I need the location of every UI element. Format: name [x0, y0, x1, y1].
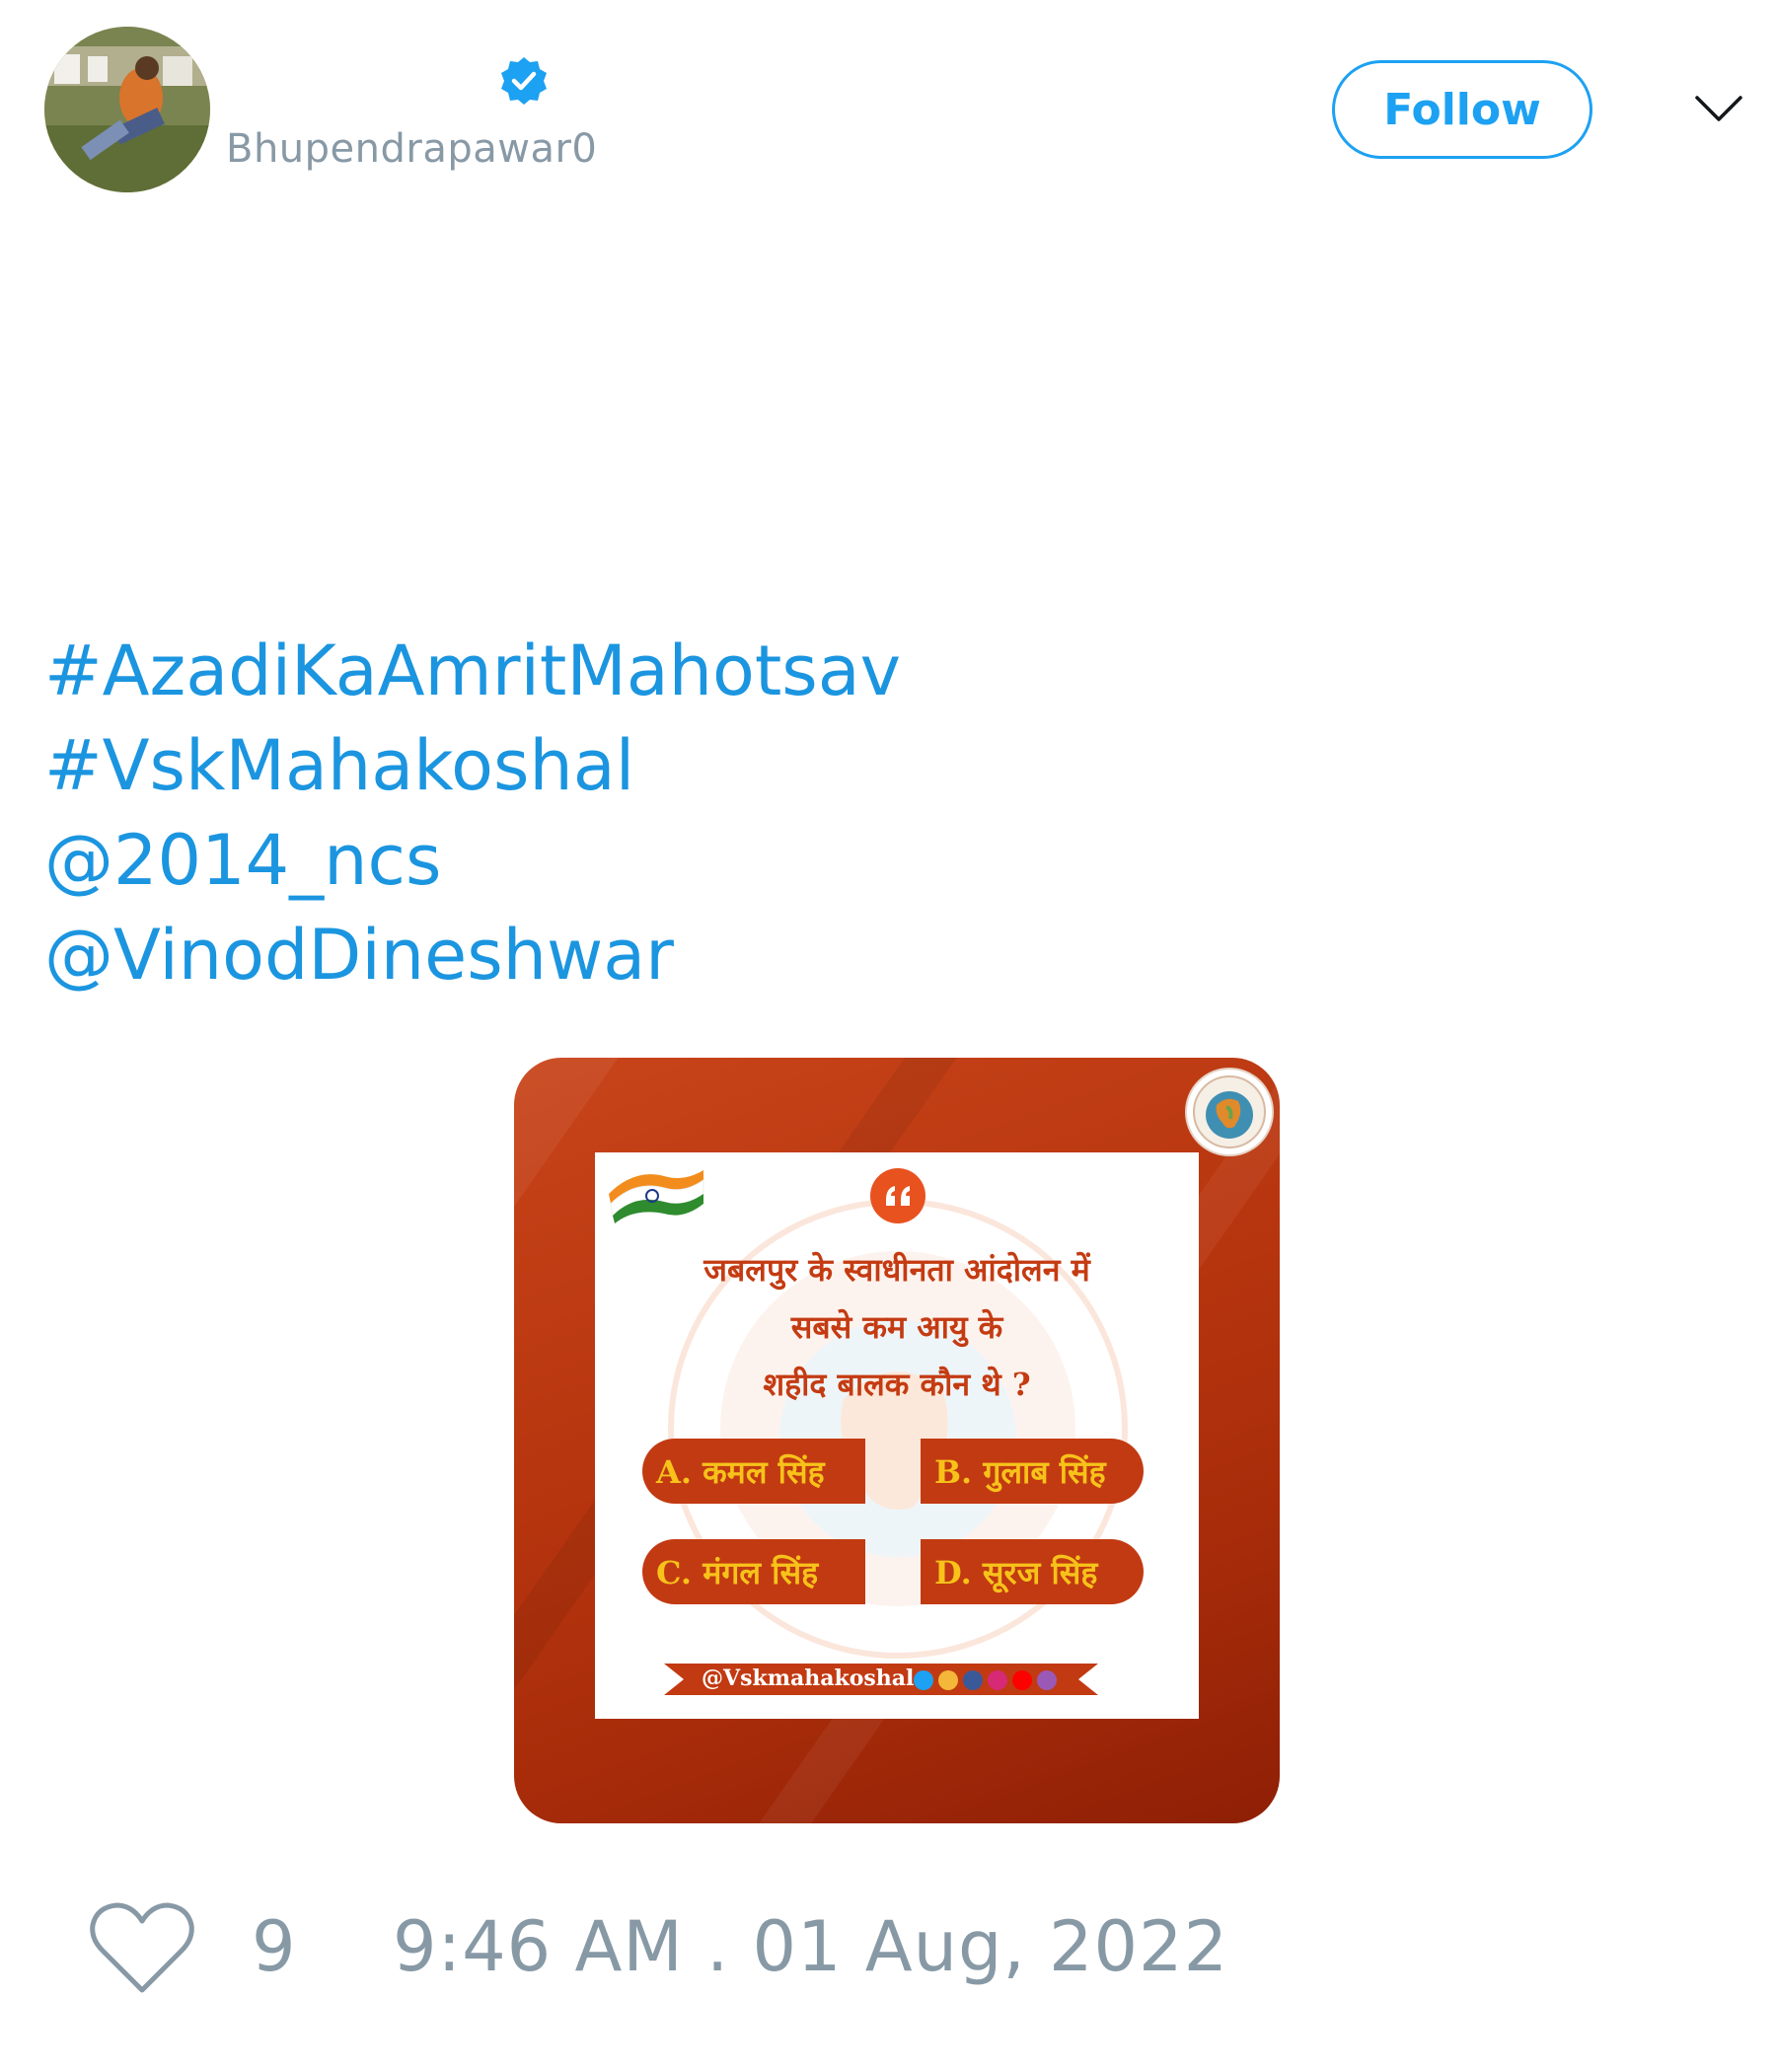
option-a: A. कमल सिंह: [642, 1439, 865, 1504]
follow-button[interactable]: Follow: [1332, 60, 1592, 159]
mention-link[interactable]: @2014_ncs: [44, 813, 901, 908]
indian-flag-icon: [609, 1170, 704, 1223]
avatar-photo: [44, 27, 210, 192]
vsk-logo-icon: [1185, 1068, 1274, 1156]
question-line: शहीद बालक कौन थे ?: [763, 1366, 1031, 1403]
hashtag-link[interactable]: #VskMahakoshal: [44, 718, 901, 813]
heart-icon[interactable]: [89, 1899, 195, 1998]
tweet-media-image[interactable]: जबलपुर के स्वाधीनता आंदोलन में सबसे कम आ…: [514, 1058, 1280, 1823]
question-line: सबसे कम आयु के: [790, 1308, 1003, 1346]
social-icons-row: [914, 1670, 1057, 1690]
like-count: 9: [252, 1906, 296, 1987]
option-c: C. मंगल सिंह: [642, 1539, 865, 1604]
author-handle[interactable]: Bhupendrapawar0: [226, 126, 597, 172]
question-line: जबलपुर के स्वाधीनता आंदोलन में: [703, 1251, 1090, 1289]
quiz-card: जबलपुर के स्वाधीनता आंदोलन में सबसे कम आ…: [595, 1152, 1199, 1719]
hashtag-link[interactable]: #AzadiKaAmritMahotsav: [44, 624, 901, 718]
avatar[interactable]: [44, 27, 210, 192]
verified-badge-icon: [501, 57, 547, 105]
quiz-question: जबलपुर के स्वाधीनता आंदोलन में सबसे कम आ…: [595, 1241, 1199, 1413]
banner-handle: @Vskmahakoshal: [702, 1665, 915, 1691]
mention-link[interactable]: @VinodDineshwar: [44, 908, 901, 1002]
quote-icon: [870, 1168, 925, 1223]
option-b: B. गुलाब सिंह: [921, 1439, 1144, 1504]
tweet-text: #AzadiKaAmritMahotsav #VskMahakoshal @20…: [44, 624, 901, 1002]
option-d: D. सूरज सिंह: [921, 1539, 1144, 1604]
chevron-down-icon[interactable]: [1693, 92, 1744, 127]
tweet-timestamp[interactable]: 9:46 AM . 01 Aug, 2022: [393, 1906, 1228, 1987]
